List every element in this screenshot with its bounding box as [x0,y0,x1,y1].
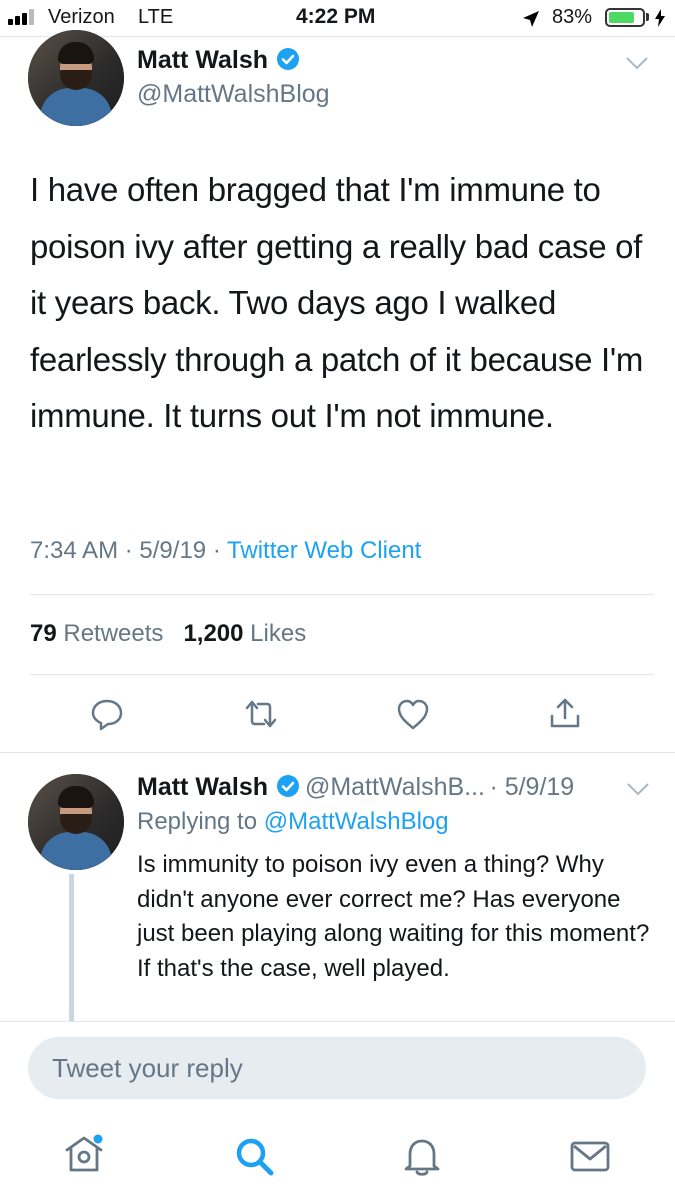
reply-input[interactable]: Tweet your reply [28,1037,646,1099]
verified-icon [277,775,300,797]
battery-icon [605,8,645,27]
signal-icon [8,9,44,25]
chevron-down-icon[interactable] [625,55,649,71]
reply-chevron-down-icon[interactable] [626,781,650,797]
tweet-time: 7:34 AM [30,537,119,564]
like-icon[interactable] [396,698,430,732]
location-icon [523,11,539,27]
replying-to-handle[interactable]: @MattWalshBlog [264,808,449,835]
retweets-count: 79 [30,620,57,647]
tweet-source-link[interactable]: Twitter Web Client [227,537,421,564]
retweets-stat[interactable]: 79 Retweets [30,620,163,647]
carrier-label: Verizon [48,6,115,28]
likes-label: Likes [250,620,307,647]
tweet-stats: 79 Retweets 1,200 Likes [30,620,306,648]
reply-text: Is immunity to poison ivy even a thing? … [137,851,650,982]
thread-line [69,874,74,1022]
tweet-date: 5/9/19 [139,537,207,564]
messages-icon[interactable] [568,1134,612,1178]
reply-avatar[interactable] [28,774,124,870]
charging-icon [655,9,665,27]
stats-divider [30,674,654,675]
tweet-meta: 7:34 AM · 5/9/19 · Twitter Web Client [30,537,421,565]
clock: 4:22 PM [296,5,376,28]
retweets-label: Retweets [63,620,164,647]
battery-cap [646,13,649,21]
battery-percent: 83% [552,6,593,28]
avatar[interactable] [28,30,124,126]
reply-author-name[interactable]: Matt Walsh [137,773,268,801]
tweet-author[interactable]: Matt Walsh [137,46,300,75]
reply-icon[interactable] [90,697,124,731]
actions-divider [0,752,675,753]
reply-date: · 5/9/19 [489,773,575,801]
replying-to-label: Replying to [137,808,258,835]
meta-separator: · [124,537,133,564]
likes-count: 1,200 [183,620,244,647]
verified-icon [277,48,300,70]
meta-divider [30,594,654,595]
likes-stat[interactable]: 1,200 Likes [183,620,306,647]
notifications-icon[interactable] [400,1134,444,1178]
compose-divider [0,1021,675,1022]
replying-to: Replying to @MattWalshBlog [137,808,449,836]
author-handle[interactable]: @MattWalshBlog [137,80,330,109]
share-icon[interactable] [548,696,582,730]
meta-separator: · [212,537,221,564]
reply-input-placeholder: Tweet your reply [52,1053,243,1083]
author-name[interactable]: Matt Walsh [137,46,268,74]
home-icon[interactable] [62,1132,106,1176]
network-label: LTE [138,6,174,28]
tweet-text: I have often bragged that I'm immune to … [30,171,644,434]
reply-author-handle[interactable]: @MattWalshB... [305,773,485,801]
reply-header: Matt Walsh @MattWalshB... · 5/9/19 [137,773,574,802]
retweet-icon[interactable] [244,697,278,731]
search-icon[interactable] [232,1134,276,1178]
